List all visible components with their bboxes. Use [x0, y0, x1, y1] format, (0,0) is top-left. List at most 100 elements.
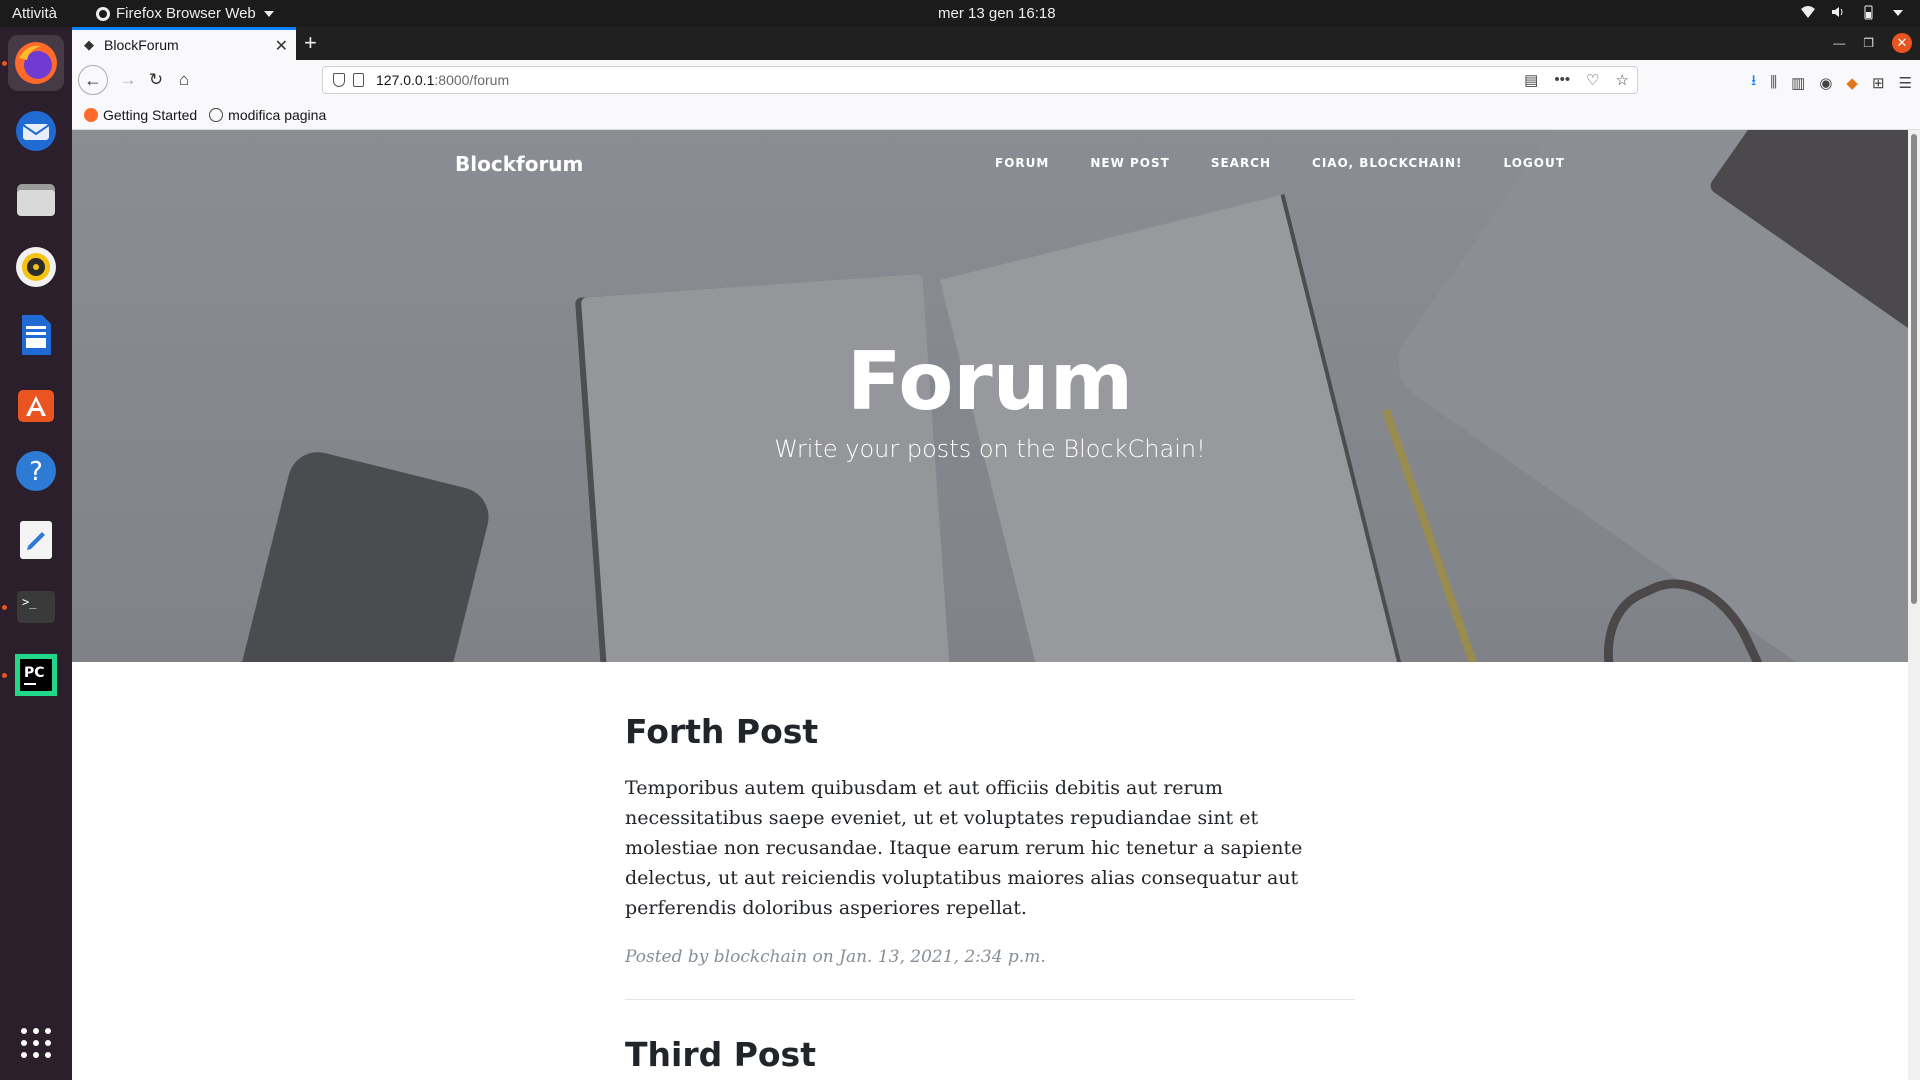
writer-icon [13, 312, 59, 358]
post-title-link[interactable]: Third Post [625, 1035, 1355, 1074]
rhythmbox-icon [13, 244, 59, 290]
page-actions-icon[interactable]: ••• [1554, 71, 1570, 89]
bookmark-label: Getting Started [103, 106, 198, 123]
bookmark-label: modifica pagina [228, 106, 327, 123]
bookmark-modifica-pagina[interactable]: modifica pagina [209, 107, 326, 123]
post-title-link[interactable]: Forth Post [625, 712, 1355, 751]
nav-search[interactable]: SEARCH [1211, 156, 1271, 170]
masthead: Blockforum FORUM NEW POST SEARCH CIAO, B… [72, 130, 1908, 662]
svg-text:?: ? [29, 457, 43, 487]
pycharm-icon: PC [13, 652, 59, 698]
minimize-button[interactable]: — [1833, 36, 1845, 50]
dock: ? >_ PC [0, 27, 72, 1080]
dock-help[interactable]: ? [8, 443, 64, 499]
tab-title: BlockForum [104, 37, 179, 53]
nav-forum[interactable]: FORUM [995, 156, 1049, 170]
scrollbar-thumb[interactable] [1911, 134, 1917, 604]
reload-button[interactable]: ↻ [144, 68, 168, 92]
post-preview: Forth Post Temporibus autem quibusdam et… [625, 712, 1355, 1000]
back-button[interactable]: ← [78, 65, 108, 95]
pocket-icon[interactable]: ♡ [1586, 71, 1599, 89]
dock-terminal[interactable]: >_ [8, 579, 64, 635]
tab-blockforum[interactable]: ◆ BlockForum ✕ [72, 27, 296, 60]
running-indicator [2, 605, 7, 610]
downloads-icon[interactable]: ⭳ [1751, 70, 1756, 95]
dock-writer[interactable] [8, 307, 64, 363]
show-applications-button[interactable] [8, 1015, 64, 1071]
volume-icon [1830, 4, 1846, 20]
home-button[interactable]: ⌂ [172, 68, 196, 92]
metamask-icon[interactable]: ◆ [1846, 74, 1858, 92]
files-icon [13, 176, 59, 222]
site-navbar: Blockforum FORUM NEW POST SEARCH CIAO, B… [72, 130, 1908, 198]
page-content: Blockforum FORUM NEW POST SEARCH CIAO, B… [72, 130, 1908, 1080]
svg-text:>_: >_ [22, 595, 37, 609]
software-icon [13, 380, 59, 426]
account-icon[interactable]: ◉ [1819, 74, 1832, 92]
clock[interactable]: mer 13 gen 16:18 [938, 5, 1056, 22]
activities-button[interactable]: Attività [12, 5, 57, 22]
firefox-small-icon [96, 6, 110, 21]
dock-software[interactable] [8, 375, 64, 431]
nav-user-greeting[interactable]: CIAO, BLOCKCHAIN! [1312, 156, 1462, 170]
battery-icon [1860, 4, 1876, 20]
url-bar[interactable]: 127.0.0.1:8000/forum ▤ ••• ♡ ☆ [322, 66, 1638, 94]
chevron-down-icon [263, 10, 274, 17]
nav-menu: FORUM NEW POST SEARCH CIAO, BLOCKCHAIN! … [995, 156, 1565, 170]
text-editor-icon [13, 516, 59, 562]
globe-icon [209, 107, 224, 122]
tab-bar: ◆ BlockForum ✕ + — ❐ ✕ [72, 27, 1920, 60]
dock-firefox[interactable] [8, 35, 64, 91]
running-indicator [2, 61, 7, 66]
dock-rhythmbox[interactable] [8, 239, 64, 295]
post-meta: Posted by blockchain on Jan. 13, 2021, 2… [625, 947, 1046, 967]
system-tray[interactable] [1800, 4, 1906, 20]
close-icon[interactable]: ✕ [275, 36, 288, 56]
help-icon: ? [13, 448, 59, 494]
window-controls: — ❐ ✕ [1833, 33, 1912, 53]
toolbar-right: ⭳ ⫼ ▥ ◉ ◆ ⊞ ☰ [1751, 70, 1912, 95]
library-icon[interactable]: ⫼ [1770, 74, 1777, 91]
brand-link[interactable]: Blockforum [455, 152, 583, 176]
dock-pycharm[interactable]: PC [8, 647, 64, 703]
running-indicator [2, 673, 7, 678]
page-scrollbar[interactable] [1908, 130, 1920, 1080]
system-top-bar: Attività Firefox Browser Web mer 13 gen … [0, 0, 1920, 27]
bookmarks-toolbar: Getting Started modifica pagina [72, 100, 1920, 130]
new-tab-button[interactable]: + [304, 30, 317, 56]
chevron-down-icon [1890, 4, 1906, 20]
nav-logout[interactable]: LOGOUT [1504, 156, 1565, 170]
url-host: 127.0.0.1 [376, 72, 435, 88]
restore-button[interactable]: ❐ [1863, 36, 1874, 50]
reader-view-icon[interactable]: ▤ [1524, 71, 1538, 89]
post-preview: Third Post [625, 1035, 1355, 1074]
bookmark-getting-started[interactable]: Getting Started [84, 107, 197, 123]
app-menu[interactable]: Firefox Browser Web [96, 5, 274, 22]
hamburger-menu-icon[interactable]: ☰ [1899, 74, 1912, 92]
page-info-icon[interactable] [353, 73, 364, 87]
page-title: Forum [846, 335, 1134, 428]
wifi-icon [1800, 4, 1816, 20]
url-path: :8000/forum [434, 72, 510, 88]
terminal-icon: >_ [13, 584, 59, 630]
dock-files[interactable] [8, 171, 64, 227]
firefox-icon [84, 107, 98, 122]
app-grid-icon [13, 1020, 59, 1066]
post-body: Temporibus autem quibusdam et aut offici… [625, 777, 1303, 919]
navigation-toolbar: ← → ↻ ⌂ 127.0.0.1:8000/forum ▤ ••• ♡ ☆ ⭳… [72, 60, 1920, 100]
bookmark-star-icon[interactable]: ☆ [1616, 71, 1629, 89]
svg-text:PC: PC [24, 665, 45, 681]
close-window-button[interactable]: ✕ [1892, 33, 1912, 53]
page-subtitle: Write your posts on the BlockChain! [774, 435, 1206, 463]
thunderbird-icon [13, 108, 59, 154]
dock-thunderbird[interactable] [8, 103, 64, 159]
extensions-icon[interactable]: ⊞ [1872, 74, 1885, 92]
app-menu-label: Firefox Browser Web [116, 5, 256, 22]
nav-new-post[interactable]: NEW POST [1090, 156, 1169, 170]
dock-text-editor[interactable] [8, 511, 64, 567]
tracking-shield-icon[interactable] [333, 73, 345, 87]
firefox-icon [13, 40, 59, 86]
divider [625, 999, 1355, 1000]
sidebar-icon[interactable]: ▥ [1791, 74, 1805, 92]
forward-button[interactable]: → [116, 68, 140, 92]
